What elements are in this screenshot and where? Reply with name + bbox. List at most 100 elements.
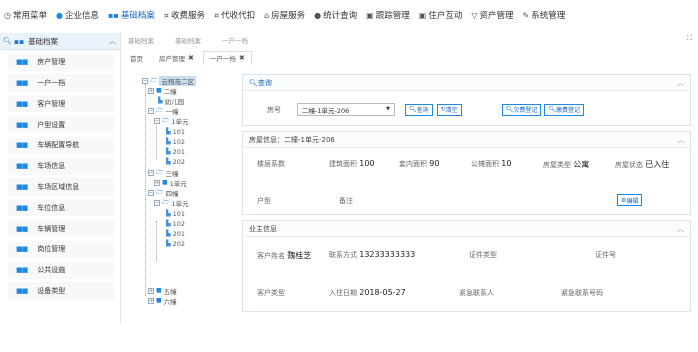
query-title: 查询 [257, 78, 272, 87]
folder-open-icon: 🗁 [156, 188, 164, 196]
sidebar-item-layout-settings[interactable]: ■■ 户型设置 [8, 115, 114, 134]
nav-company-info[interactable]: ● 企业信息 [56, 9, 99, 22]
id-type-label: 证件类型 [469, 251, 497, 259]
expand-icon[interactable]: + [154, 179, 160, 186]
tree-node[interactable]: + ■ 六幢 [148, 296, 177, 306]
room-select[interactable]: 二幢-1单元-206 ▼ [297, 103, 395, 116]
tree-node[interactable]: ▙ 202 [166, 157, 185, 166]
tree-node[interactable]: + ■ 二幢 [148, 86, 177, 96]
payment-register-button[interactable]: 🔍︎ 缴费登记 [544, 103, 584, 116]
sidebar-header[interactable]: 🔍︎ ▪▪ 基础档案 ︿ [0, 33, 120, 50]
inner-area-label: 套内面积 [399, 160, 427, 168]
house-tree: − 🗁 云翔苑二区 + ■ 二幢 ▙ 幼儿园 − 🗁 一幢 − 🗁 1单元 ▙ 101 ▙ 102 ▙… [142, 75, 237, 312]
fullscreen-icon[interactable]: ⛶ [687, 34, 692, 43]
breadcrumb: 基础档案 基础档案 一户一档 ⛶ [121, 33, 698, 47]
tab-household-archive[interactable]: 一户一档 ✖ [202, 51, 252, 65]
nav-system-management[interactable]: ✎ 系统管理 [523, 9, 566, 22]
chevron-up-icon[interactable]: ︿ [677, 78, 684, 88]
collapse-icon[interactable]: − [148, 189, 154, 196]
house-info-header: 房屋信息：二幢-1单元-206 ︿ [243, 132, 690, 148]
nav-resident-interaction[interactable]: ▣ 住户互动 [419, 9, 463, 22]
sidebar-item-post-management[interactable]: ■■ 岗位管理 [8, 240, 114, 258]
file-icon: ▙ [166, 220, 171, 227]
tree-node[interactable]: ▙ 201 [166, 147, 185, 156]
nav-basic-archive[interactable]: ▪▪ 基础档案 [108, 9, 155, 22]
tree-node[interactable]: ▙ 202 [166, 239, 185, 248]
grid-icon: ■■ [16, 224, 28, 233]
collapse-icon[interactable]: − [148, 107, 154, 114]
search-icon[interactable]: 🔍︎ [3, 37, 12, 45]
tree-node[interactable]: ▙ 幼儿园 [158, 96, 184, 106]
chevron-up-icon[interactable]: ︿ [677, 224, 684, 234]
arrears-register-button[interactable]: 🔍︎ 欠费登记 [501, 103, 542, 116]
tree-node[interactable]: ▙ 102 [166, 137, 185, 146]
query-button[interactable]: 🔍︎ 查询 [405, 103, 433, 116]
edit-button[interactable]: ⚙ 编辑 [617, 194, 643, 206]
chevron-up-icon[interactable]: ︿ [677, 135, 684, 145]
file-icon: ▙ [166, 240, 171, 247]
sidebar-item-vehicle-management[interactable]: ■■ 车辆管理 [8, 219, 114, 238]
sidebar-item-parking-space[interactable]: ■■ 车位信息 [8, 199, 114, 217]
sidebar-item-household-archive[interactable]: ■■ 一户一档 [8, 74, 114, 92]
breadcrumb-item[interactable]: 基础档案 [128, 35, 154, 45]
breadcrumb-item[interactable]: 基础档案 [175, 35, 201, 45]
nav-collection[interactable]: ¤ 代收代扣 [214, 9, 255, 22]
grid-icon: ■■ [16, 286, 28, 295]
grid-icon: ■■ [16, 245, 28, 254]
tree-node[interactable]: ▙ 101 [166, 127, 185, 136]
inner-area-value: 90 [429, 159, 440, 168]
clear-button[interactable]: ↻ 清空 [436, 103, 462, 116]
tree-node[interactable]: + ■ 五幢 [148, 286, 177, 296]
sidebar-item-house-management[interactable]: ■■ 房产管理 [8, 53, 114, 71]
tree-node[interactable]: − 🗁 四幢 [148, 188, 178, 198]
customer-name-label: 客户姓名 [257, 252, 285, 260]
tab-home[interactable]: 首页 [123, 51, 150, 65]
tree-node[interactable]: − 🗁 1单元 [154, 116, 189, 126]
build-area-value: 100 [359, 159, 375, 168]
tree-node[interactable]: ▙ 201 [166, 229, 185, 238]
tree-node[interactable]: + ■ 1单元 [154, 178, 187, 188]
tree-node[interactable]: ▙ 102 [166, 219, 185, 228]
contact-label: 联系方式 [329, 251, 357, 259]
checkin-date-label: 入住日期 [329, 289, 357, 297]
contact-value: 13233333333 [359, 250, 416, 259]
sidebar-item-parking-info[interactable]: ■■ 车场信息 [8, 157, 114, 175]
sidebar-item-vehicle-navigation[interactable]: ■■ 车辆配置导航 [8, 136, 114, 154]
nav-asset-management[interactable]: ▽ 资产管理 [471, 9, 513, 22]
search-icon: 🔍︎ [409, 106, 417, 113]
expand-icon[interactable]: + [148, 87, 154, 94]
tree-node[interactable]: − 🗁 1单元 [154, 198, 189, 208]
collapse-icon[interactable]: − [154, 117, 160, 124]
sidebar-item-customer-management[interactable]: ■■ 客户管理 [8, 95, 114, 113]
breadcrumb-item[interactable]: 一户一档 [222, 35, 248, 45]
expand-icon[interactable]: + [148, 287, 154, 294]
top-nav: ◷ 常用菜单 ● 企业信息 ▪▪ 基础档案 ¤ 收费服务 ¤ 代收代扣 ⌂ 房屋服务 ● 统计… [0, 0, 698, 30]
sidebar-item-device-type[interactable]: ■■ 设备类型 [8, 282, 114, 300]
close-icon[interactable]: ✖ [188, 54, 194, 62]
nav-common-menu[interactable]: ◷ 常用菜单 [4, 9, 47, 22]
chevron-up-icon[interactable]: ︿ [109, 36, 116, 46]
customer-name-value: 魏桂芝 [287, 251, 312, 260]
owner-info-title: 业主信息 [249, 224, 277, 233]
collapse-icon[interactable]: − [142, 77, 148, 84]
public-area-value: 10 [501, 159, 512, 168]
tab-house-management[interactable]: 房产管理 ✖ [152, 51, 201, 65]
nav-house-service[interactable]: ⌂ 房屋服务 [264, 9, 305, 22]
nav-tracking[interactable]: ▣ 跟踪管理 [366, 9, 410, 22]
collapse-icon[interactable]: − [148, 169, 154, 176]
tree-node[interactable]: − 🗁 一幢 [148, 106, 178, 116]
tree-node[interactable]: − 🗁 云翔苑二区 [142, 75, 196, 86]
grid-icon: ■■ [16, 99, 28, 108]
sidebar-item-public-facilities[interactable]: ■■ 公共设施 [8, 261, 114, 279]
tree-node[interactable]: ▙ 101 [166, 209, 185, 218]
cart-icon: ▽ [471, 10, 478, 20]
close-icon[interactable]: ✖ [239, 54, 245, 62]
tree-node[interactable]: − 🗁 三幢 [148, 168, 178, 178]
collapse-icon[interactable]: − [154, 199, 160, 206]
expand-icon[interactable]: + [148, 297, 154, 304]
search-icon: 🔍︎ [505, 106, 514, 113]
house-status-label: 房屋状态 [615, 161, 643, 169]
nav-fee-service[interactable]: ¤ 收费服务 [164, 9, 205, 22]
sidebar-item-parking-area[interactable]: ■■ 车场区域信息 [8, 178, 114, 196]
nav-statistics[interactable]: ● 统计查询 [314, 9, 357, 22]
